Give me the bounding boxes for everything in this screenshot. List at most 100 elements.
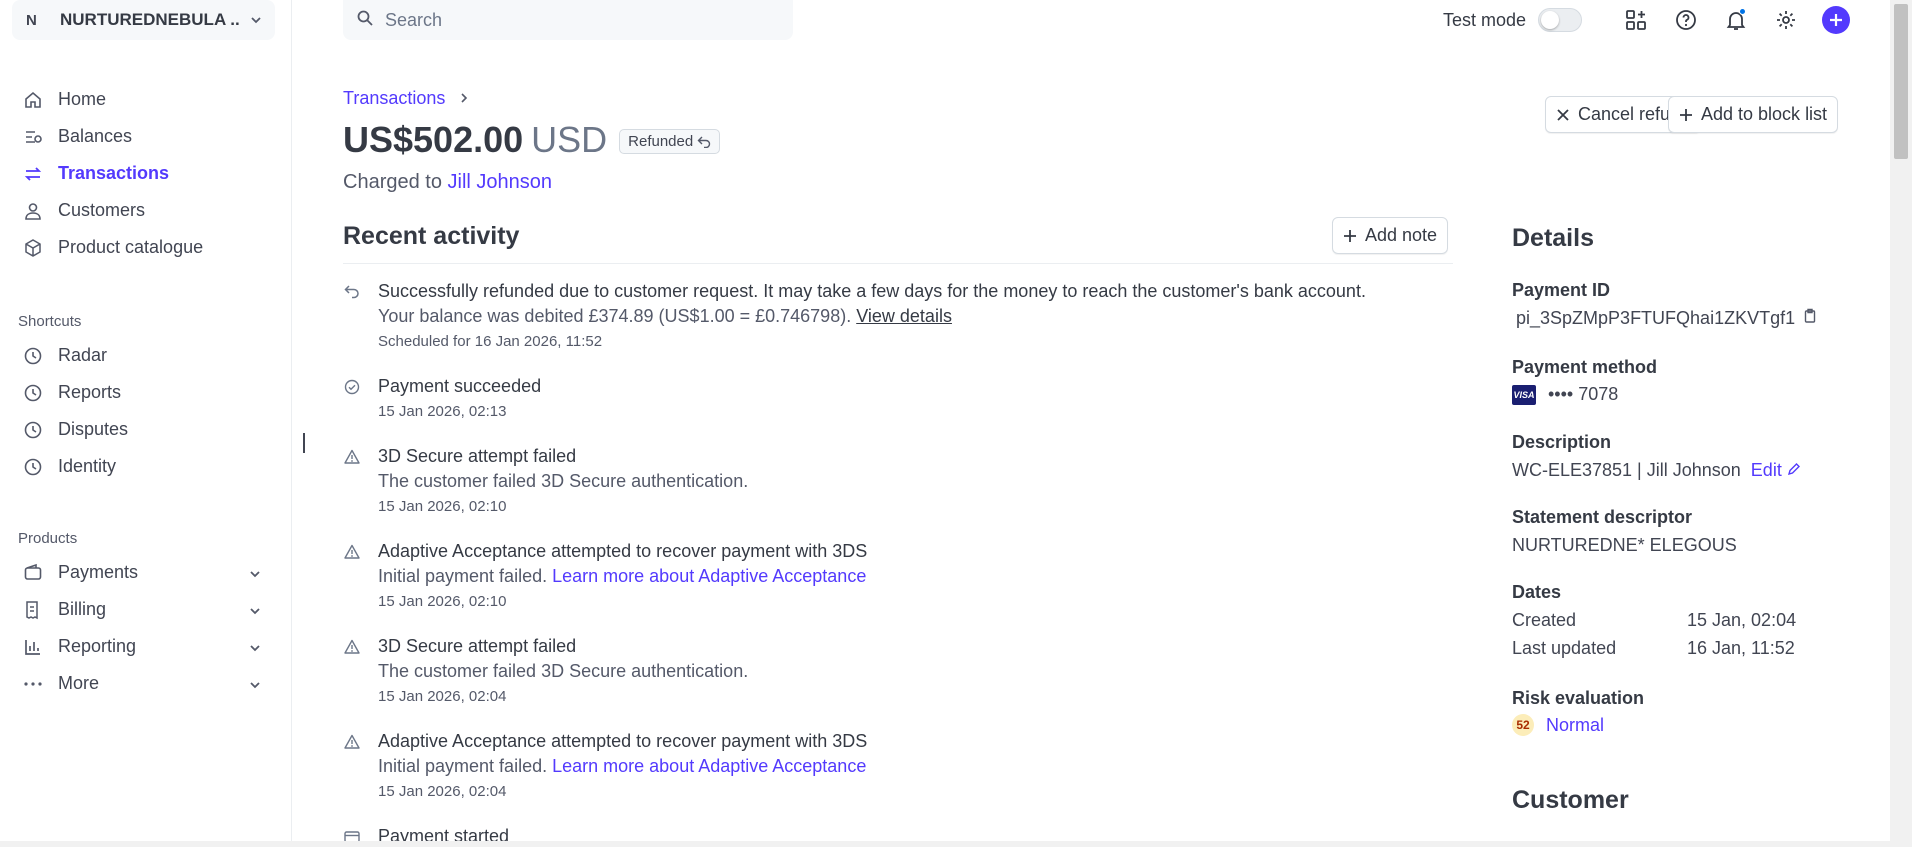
search-bar[interactable]: Search [343, 0, 793, 40]
event-detail: The customer failed 3D Secure authentica… [378, 471, 749, 491]
visa-icon: VISA [1512, 384, 1536, 405]
test-mode-toggle[interactable] [1538, 8, 1582, 32]
sidebar-item-transactions[interactable]: Transactions [0, 155, 292, 192]
risk-evaluation-row: 52 Normal [1512, 714, 1604, 736]
event-timestamp: 15 Jan 2026, 02:10 [378, 498, 507, 515]
event-title: 3D Secure attempt failed [378, 446, 577, 466]
gear-icon[interactable] [1772, 6, 1800, 34]
clock-icon [22, 456, 44, 478]
account-switcher[interactable]: N NURTUREDNEBULA ... [12, 0, 275, 40]
search-input[interactable]: Search [385, 10, 442, 31]
sidebar-item-customers[interactable]: Customers [0, 192, 292, 229]
chevron-down-icon [248, 677, 262, 697]
sidebar-item-label: Disputes [58, 419, 129, 439]
date-updated-label: Last updated [1512, 638, 1617, 658]
sidebar-item-label: Customers [58, 200, 146, 220]
event-detail: Your balance was debited £374.89 (US$1.0… [378, 306, 952, 327]
shortcuts-heading: Shortcuts [18, 313, 82, 330]
details-heading: Details [1512, 224, 1594, 252]
sidebar-item-label: Reporting [58, 636, 137, 656]
payment-method-row: VISA •••• 7078 [1512, 384, 1618, 405]
edit-description-link[interactable]: Edit [1751, 460, 1782, 481]
event-timestamp: 15 Jan 2026, 02:04 [378, 688, 507, 705]
products-heading: Products [18, 530, 78, 547]
help-icon[interactable] [1672, 6, 1700, 34]
payment-method-label: Payment method [1512, 357, 1658, 377]
vertical-scrollbar[interactable] [1890, 0, 1912, 847]
add-note-label: Add note [1365, 225, 1438, 245]
risk-score-badge: 52 [1512, 714, 1534, 736]
event-detail: The customer failed 3D Secure authentica… [378, 661, 749, 681]
apps-icon[interactable] [1622, 6, 1650, 34]
copy-icon[interactable] [1803, 308, 1817, 329]
sidebar-item-label: Identity [58, 456, 117, 476]
more-icon [22, 673, 44, 695]
breadcrumb: Transactions [343, 88, 469, 109]
scrollbar-thumb[interactable] [1894, 4, 1908, 159]
account-name: NURTUREDNEBULA ... [60, 10, 240, 29]
notification-dot [1739, 8, 1746, 15]
date-created-row: Created 15 Jan, 02:04 [1512, 610, 1812, 631]
create-button[interactable] [1822, 6, 1850, 34]
add-note-button[interactable]: Add note [1332, 217, 1449, 254]
sidebar-item-reporting[interactable]: Reporting [0, 628, 292, 665]
refund-icon [343, 283, 361, 301]
sidebar-item-label: Reports [58, 382, 122, 402]
check-circle-icon [343, 378, 361, 396]
plus-icon [1830, 14, 1842, 26]
breadcrumb-transactions-link[interactable]: Transactions [343, 88, 445, 109]
event-detail-text: Your balance was debited £374.89 (US$1.0… [378, 306, 852, 326]
status-badge: Refunded [619, 129, 721, 154]
plus-icon [1344, 229, 1356, 242]
sidebar-item-product-catalogue[interactable]: Product catalogue [0, 229, 292, 266]
date-created-value: 15 Jan, 02:04 [1687, 610, 1797, 630]
sidebar-item-payments[interactable]: Payments [0, 554, 292, 591]
products-nav: Payments Billing Reporting More [0, 554, 292, 702]
adaptive-acceptance-link[interactable]: Learn more about Adaptive Acceptance [552, 756, 866, 776]
transactions-icon [22, 163, 44, 185]
event-detail-text: Initial payment failed. [378, 566, 548, 586]
view-details-link[interactable]: View details [856, 306, 952, 326]
sidebar-item-reports[interactable]: Reports [0, 374, 292, 411]
sidebar-item-balances[interactable]: Balances [0, 118, 292, 155]
event-timestamp: 15 Jan 2026, 02:10 [378, 593, 507, 610]
date-updated-value: 16 Jan, 11:52 [1687, 638, 1795, 658]
balances-icon [22, 126, 44, 148]
billing-icon [22, 599, 44, 621]
close-icon [1557, 108, 1569, 121]
warning-icon [343, 638, 361, 656]
sidebar-item-label: Billing [58, 599, 107, 619]
customer-heading: Customer [1512, 786, 1629, 814]
customer-link[interactable]: Jill Johnson [448, 171, 553, 193]
pencil-icon[interactable] [1787, 460, 1801, 481]
bell-icon[interactable] [1722, 6, 1750, 34]
toggle-knob [1541, 11, 1559, 29]
card-last4: •••• 7078 [1548, 384, 1619, 404]
risk-level-link[interactable]: Normal [1546, 715, 1604, 736]
top-actions: Test mode [1443, 0, 1850, 40]
add-to-block-list-label: Add to block list [1701, 104, 1828, 124]
statement-descriptor-value: NURTUREDNE* ELEGOUS [1512, 535, 1737, 555]
sidebar-item-identity[interactable]: Identity [0, 448, 292, 485]
sidebar-item-radar[interactable]: Radar [0, 337, 292, 374]
recent-activity-heading: Recent activity [343, 222, 520, 250]
warning-icon [343, 733, 361, 751]
payment-id-value: pi_3SpZMpP3FTUFQhai1ZKVTgf1 [1516, 308, 1796, 328]
sidebar-item-billing[interactable]: Billing [0, 591, 292, 628]
sidebar-item-label: Radar [58, 345, 108, 365]
home-icon [22, 89, 44, 111]
sidebar-item-disputes[interactable]: Disputes [0, 411, 292, 448]
shortcuts-nav: Radar Reports Disputes Identity [0, 337, 292, 485]
statement-descriptor-label: Statement descriptor [1512, 507, 1693, 527]
adaptive-acceptance-link[interactable]: Learn more about Adaptive Acceptance [552, 566, 866, 586]
sidebar-item-home[interactable]: Home [0, 81, 292, 118]
wallet-icon [22, 562, 44, 584]
sidebar-item-more[interactable]: More [0, 665, 292, 702]
sidebar-item-label: Product catalogue [58, 237, 204, 257]
payment-amount: US$502.00 [343, 119, 524, 160]
horizontal-scrollbar[interactable] [0, 841, 1890, 847]
text-cursor [303, 433, 305, 453]
add-to-block-list-button[interactable]: Add to block list [1668, 96, 1839, 133]
refund-icon [697, 136, 711, 148]
customers-icon [22, 200, 44, 222]
